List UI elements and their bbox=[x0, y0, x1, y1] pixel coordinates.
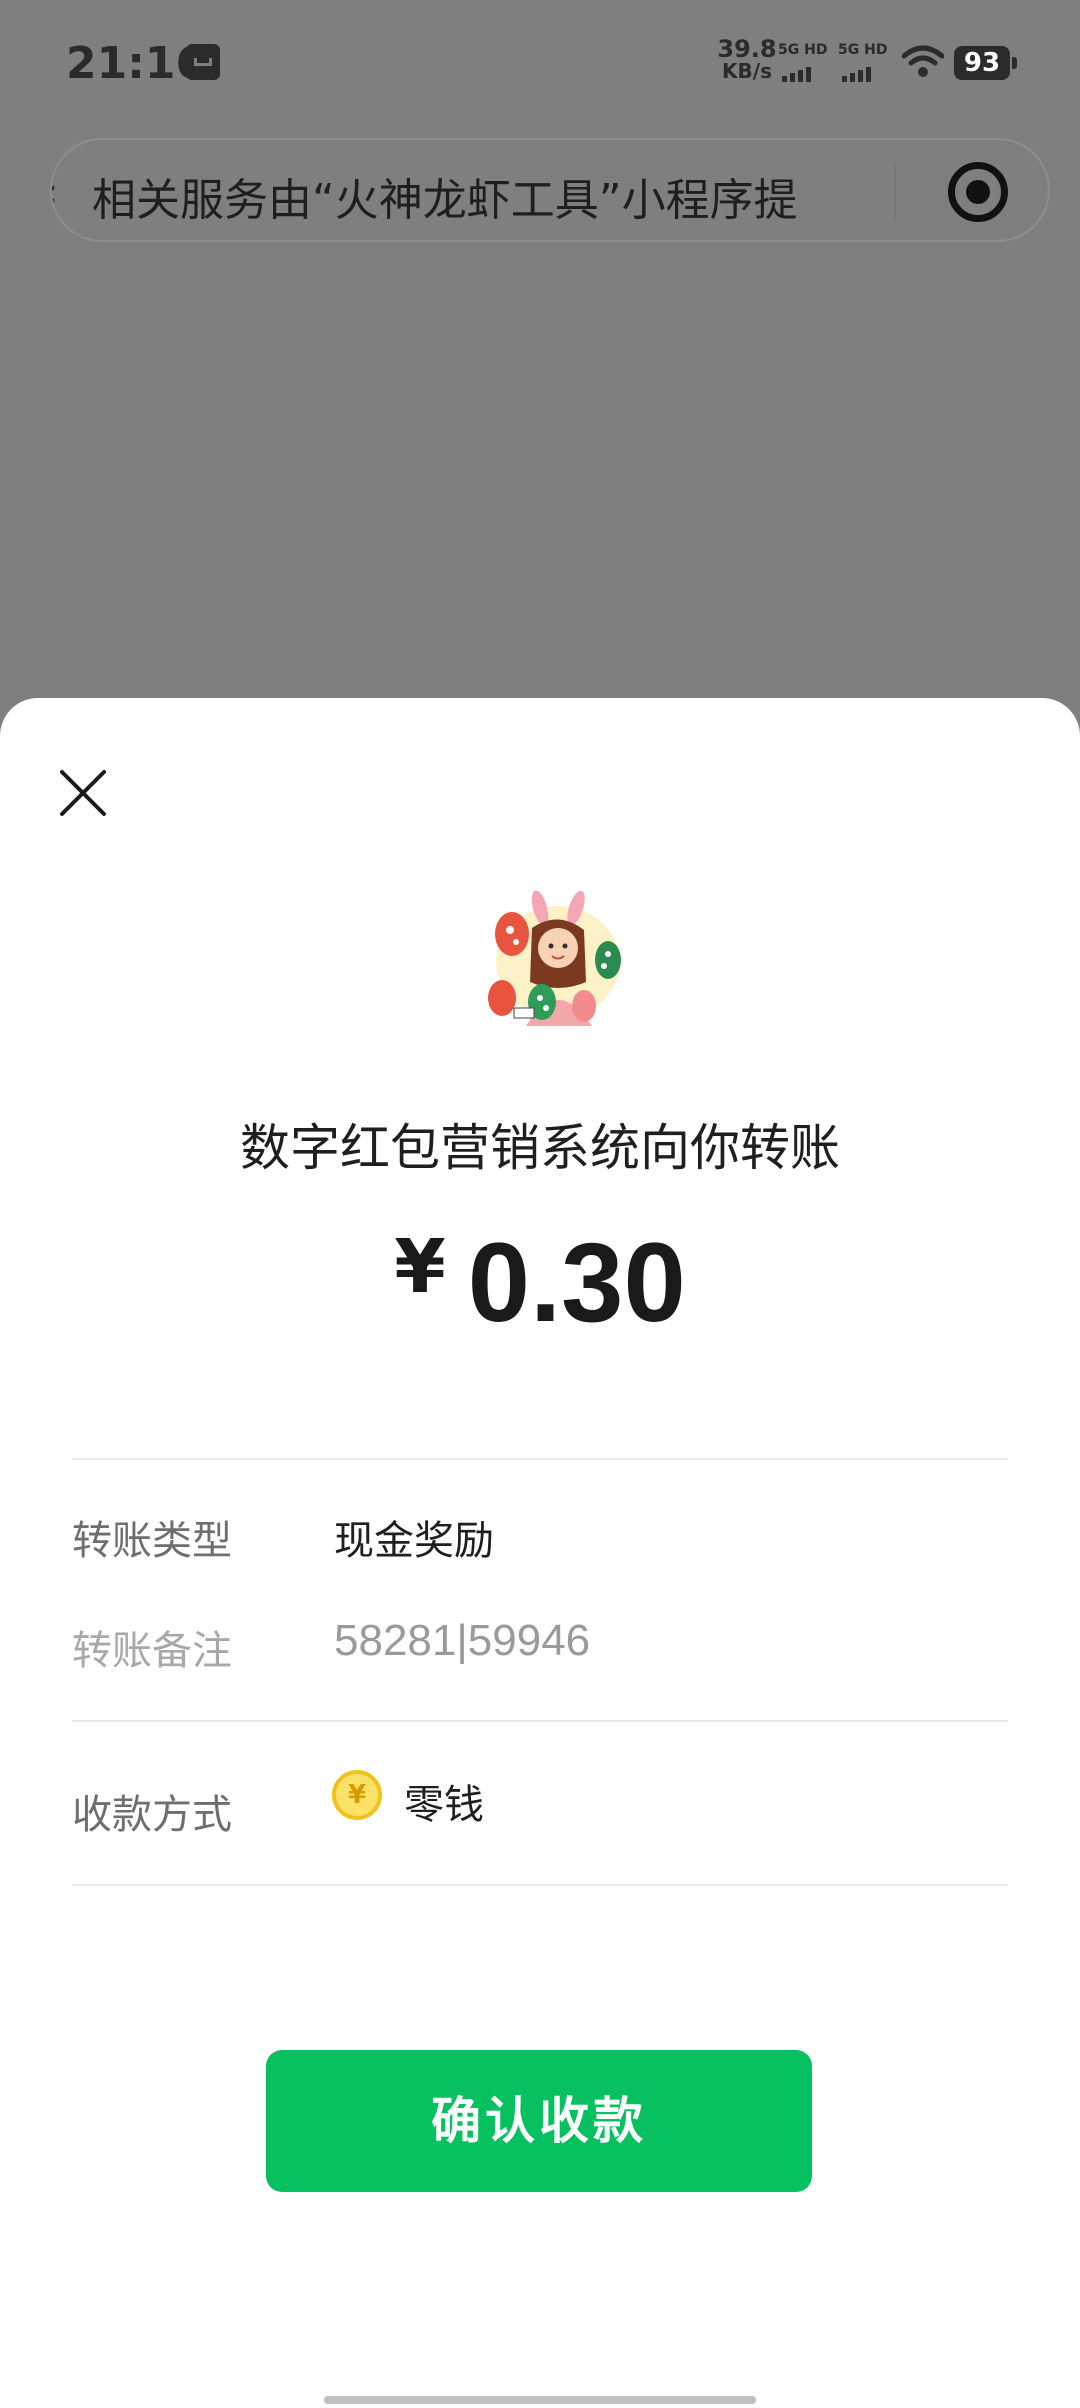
status-bar: 21:16 39.8 KB/s 5G HD 5G HD 93 bbox=[0, 0, 1080, 130]
sim1-label: 5G HD bbox=[778, 42, 828, 58]
sim2-label: 5G HD bbox=[838, 42, 888, 58]
network-speed: 39.8 KB/s bbox=[712, 35, 782, 83]
divider bbox=[72, 1458, 1008, 1460]
screen: 21:16 39.8 KB/s 5G HD 5G HD 93 ‹ 相关服务由 bbox=[0, 0, 1080, 2408]
mini-program-notice: 相关服务由“火神龙虾工具”小程序提 bbox=[92, 175, 798, 226]
payment-method-value: 零钱 bbox=[404, 1782, 484, 1828]
currency-symbol: ¥ bbox=[394, 1224, 446, 1310]
payment-method-label: 收款方式 bbox=[72, 1792, 232, 1838]
divider bbox=[72, 1720, 1008, 1722]
home-indicator[interactable] bbox=[324, 2396, 756, 2404]
transfer-amount: 0.30 bbox=[467, 1220, 686, 1345]
close-icon[interactable] bbox=[58, 768, 108, 818]
coin-icon: ¥ bbox=[332, 1770, 382, 1820]
amount-display: ¥0.30 bbox=[0, 1218, 1080, 1347]
divider bbox=[72, 1884, 1008, 1886]
sim2-signal-icon: 5G HD bbox=[838, 42, 888, 82]
confirm-receive-button[interactable]: 确认收款 bbox=[266, 2050, 812, 2192]
sim1-signal-icon: 5G HD bbox=[778, 42, 828, 82]
avatar bbox=[488, 890, 621, 1026]
transfer-title: 数字红包营销系统向你转账 bbox=[240, 1119, 840, 1177]
transfer-sheet: 数字红包营销系统向你转账 ¥0.30 转账类型 现金奖励 转账备注 58281|… bbox=[0, 698, 1080, 2408]
mini-program-capsule-icon[interactable] bbox=[948, 162, 1008, 222]
mini-program-banner[interactable]: ‹ 相关服务由“火神龙虾工具”小程序提 bbox=[50, 138, 1050, 242]
network-speed-unit: KB/s bbox=[722, 59, 772, 83]
transfer-type-label: 转账类型 bbox=[72, 1518, 232, 1564]
capsule-divider bbox=[894, 164, 896, 220]
notification-icon bbox=[186, 44, 220, 80]
back-icon[interactable]: ‹ bbox=[52, 170, 58, 216]
transfer-note-label: 转账备注 bbox=[72, 1628, 232, 1674]
transfer-note-value: 58281|59946 bbox=[334, 1616, 591, 1665]
network-speed-value: 39.8 bbox=[717, 35, 777, 63]
transfer-type-value: 现金奖励 bbox=[334, 1518, 494, 1564]
wifi-icon bbox=[902, 45, 944, 77]
battery-indicator: 93 bbox=[954, 46, 1017, 80]
